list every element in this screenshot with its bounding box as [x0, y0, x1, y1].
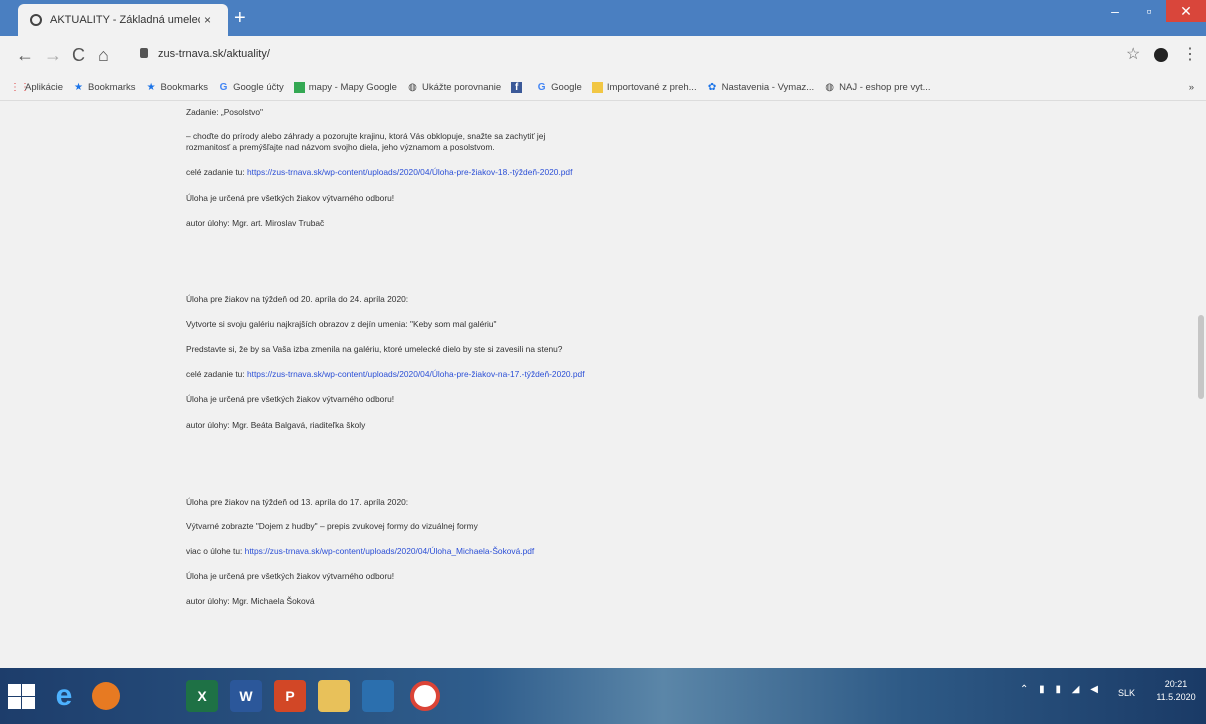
- bookmark-star-icon[interactable]: ☆: [1126, 44, 1140, 64]
- task-author: autor úlohy: Mgr. Beáta Balgavá, riadite…: [186, 420, 366, 430]
- windows-logo-icon: [8, 684, 21, 696]
- task-text: rozmanitosť a premýšľajte nad názvom svo…: [186, 142, 495, 152]
- page-content: Zadanie: „Posolstvo" – choďte do prírody…: [0, 101, 1206, 668]
- task-title: Úloha pre žiakov na týždeň od 20. apríla…: [186, 294, 409, 304]
- clock[interactable]: 20:21 11.5.2020: [1152, 678, 1200, 704]
- browser-toolbar: ← → C ⌂ zus-trnava.sk/aktuality/ ☆ ⋮: [0, 36, 1206, 74]
- windows-logo-icon: [8, 697, 21, 709]
- bookmark-item[interactable]: ◍ Ukážte porovnanie: [407, 82, 501, 93]
- facebook-icon: f: [511, 81, 523, 93]
- scrollbar[interactable]: [1196, 101, 1206, 668]
- bookmark-item[interactable]: ★ Bookmarks: [146, 82, 209, 93]
- url-text[interactable]: zus-trnava.sk/aktuality/: [158, 48, 270, 60]
- bookmarks-more-button[interactable]: »: [1189, 82, 1194, 93]
- windows-logo-icon: [22, 684, 35, 696]
- task-link-line: viac o úlohe tu: https://zus-trnava.sk/w…: [186, 546, 534, 556]
- system-tray-icons[interactable]: ⌃ ▮ ▮ ◢ ◀: [1020, 684, 1102, 695]
- bookmark-item[interactable]: ◍ NAJ - eshop pre vyt...: [824, 82, 930, 93]
- task-title: Zadanie: „Posolstvo": [186, 107, 263, 117]
- bookmark-label: NAJ - eshop pre vyt...: [839, 81, 931, 93]
- maximize-button[interactable]: ▫: [1132, 0, 1166, 22]
- close-tab-icon[interactable]: ×: [204, 13, 211, 27]
- bookmark-label: mapy - Mapy Google: [308, 81, 397, 93]
- bookmark-item[interactable]: mapy - Mapy Google: [293, 81, 397, 93]
- task-audience: Úloha je určená pre všetkých žiakov výtv…: [186, 571, 395, 581]
- clock-time: 20:21: [1164, 679, 1188, 689]
- file-explorer-icon[interactable]: [318, 680, 350, 712]
- bookmark-label: Aplikácie: [25, 81, 64, 93]
- link-prefix: viac o úlohe tu:: [186, 546, 243, 556]
- address-bar[interactable]: zus-trnava.sk/aktuality/: [126, 42, 1116, 68]
- bookmark-label: Nastavenia - Vymaz...: [721, 81, 815, 93]
- bookmark-apps[interactable]: ⋮⋮ Aplikácie: [10, 82, 63, 93]
- minimize-button[interactable]: –: [1098, 0, 1132, 22]
- bookmark-label: Google: [551, 81, 582, 93]
- apps-icon: ⋮⋮: [10, 81, 30, 93]
- task-author: autor úlohy: Mgr. art. Miroslav Trubač: [186, 218, 325, 228]
- bookmark-item[interactable]: ✿ Nastavenia - Vymaz...: [707, 81, 815, 93]
- bookmark-item[interactable]: Importované z preh...: [591, 81, 697, 93]
- task-pdf-link[interactable]: https://zus-trnava.sk/wp-content/uploads…: [247, 167, 572, 177]
- title-bar: AKTUALITY - Základná umelecká ... × + – …: [0, 0, 1206, 36]
- bookmark-label: Bookmarks: [88, 81, 136, 93]
- scrollbar-thumb[interactable]: [1198, 315, 1204, 399]
- star-icon: ★: [74, 81, 84, 93]
- task-text: Vytvorte si svoju galériu najkrajších ob…: [186, 319, 497, 329]
- task-audience: Úloha je určená pre všetkých žiakov výtv…: [186, 193, 395, 203]
- gear-icon: ✿: [707, 81, 717, 93]
- bookmark-label: Bookmarks: [160, 81, 209, 93]
- powerpoint-icon[interactable]: P: [274, 680, 306, 712]
- task-pdf-link[interactable]: https://zus-trnava.sk/wp-content/uploads…: [247, 369, 585, 379]
- chrome-icon[interactable]: [410, 681, 440, 711]
- google-icon: G: [537, 81, 546, 93]
- back-button[interactable]: ←: [16, 44, 34, 66]
- close-window-button[interactable]: ✕: [1166, 0, 1206, 22]
- home-button[interactable]: ⌂: [98, 44, 109, 66]
- bookmark-item[interactable]: G Google účty: [218, 82, 284, 93]
- language-indicator[interactable]: SLK: [1118, 688, 1135, 698]
- task-link-line: celé zadanie tu: https://zus-trnava.sk/w…: [186, 167, 572, 177]
- google-icon: G: [219, 81, 228, 93]
- bookmark-item[interactable]: G Google: [536, 82, 582, 93]
- monitor-icon[interactable]: [362, 680, 394, 712]
- task-link-line: celé zadanie tu: https://zus-trnava.sk/w…: [186, 369, 585, 379]
- bookmark-item[interactable]: ★ Bookmarks: [73, 82, 136, 93]
- excel-icon[interactable]: X: [186, 680, 218, 712]
- reload-button[interactable]: C: [72, 44, 85, 66]
- globe-icon: ◍: [408, 81, 417, 93]
- bookmark-label: Importované z preh...: [606, 81, 697, 93]
- extension-icon[interactable]: [1154, 48, 1168, 62]
- firefox-icon[interactable]: [92, 682, 120, 710]
- link-prefix: celé zadanie tu:: [186, 167, 245, 177]
- lock-icon: [140, 48, 148, 58]
- globe-icon: ◍: [825, 81, 835, 93]
- task-pdf-link[interactable]: https://zus-trnava.sk/wp-content/uploads…: [245, 546, 535, 556]
- task-author: autor úlohy: Mgr. Michaela Šoková: [186, 596, 315, 606]
- new-tab-button[interactable]: +: [234, 8, 246, 28]
- browser-tab[interactable]: AKTUALITY - Základná umelecká ... ×: [18, 4, 228, 36]
- bookmark-label: Ukážte porovnanie: [421, 81, 502, 93]
- windows-logo-icon: [22, 697, 35, 709]
- folder-icon: [591, 81, 603, 93]
- word-icon[interactable]: W: [230, 680, 262, 712]
- task-text: Výtvarné zobrazte "Dojem z hudby" – prep…: [186, 521, 478, 531]
- task-text: Predstavte si, že by sa Vaša izba zmenil…: [186, 344, 563, 354]
- forward-button[interactable]: →: [44, 44, 62, 66]
- browser-menu-button[interactable]: ⋮: [1182, 44, 1198, 64]
- bookmark-label: Google účty: [233, 81, 284, 93]
- task-title: Úloha pre žiakov na týždeň od 13. apríla…: [186, 497, 409, 507]
- link-prefix: celé zadanie tu:: [186, 369, 245, 379]
- star-icon: ★: [146, 81, 156, 93]
- taskbar: e X W P ⌃ ▮ ▮ ◢ ◀ SLK 20:21 11.5.2020: [0, 668, 1206, 724]
- tab-title: AKTUALITY - Základná umelecká ...: [50, 14, 200, 26]
- maps-icon: [293, 81, 305, 93]
- task-audience: Úloha je určená pre všetkých žiakov výtv…: [186, 394, 395, 404]
- bookmark-item[interactable]: f: [511, 81, 526, 93]
- start-button[interactable]: [6, 682, 36, 710]
- clock-date: 11.5.2020: [1156, 692, 1196, 702]
- bookmarks-bar: ⋮⋮ Aplikácie ★ Bookmarks ★ Bookmarks G Googl…: [0, 74, 1206, 101]
- internet-explorer-icon[interactable]: e: [48, 680, 80, 712]
- task-text: – choďte do prírody alebo záhrady a pozo…: [186, 131, 546, 141]
- globe-icon: [30, 14, 42, 26]
